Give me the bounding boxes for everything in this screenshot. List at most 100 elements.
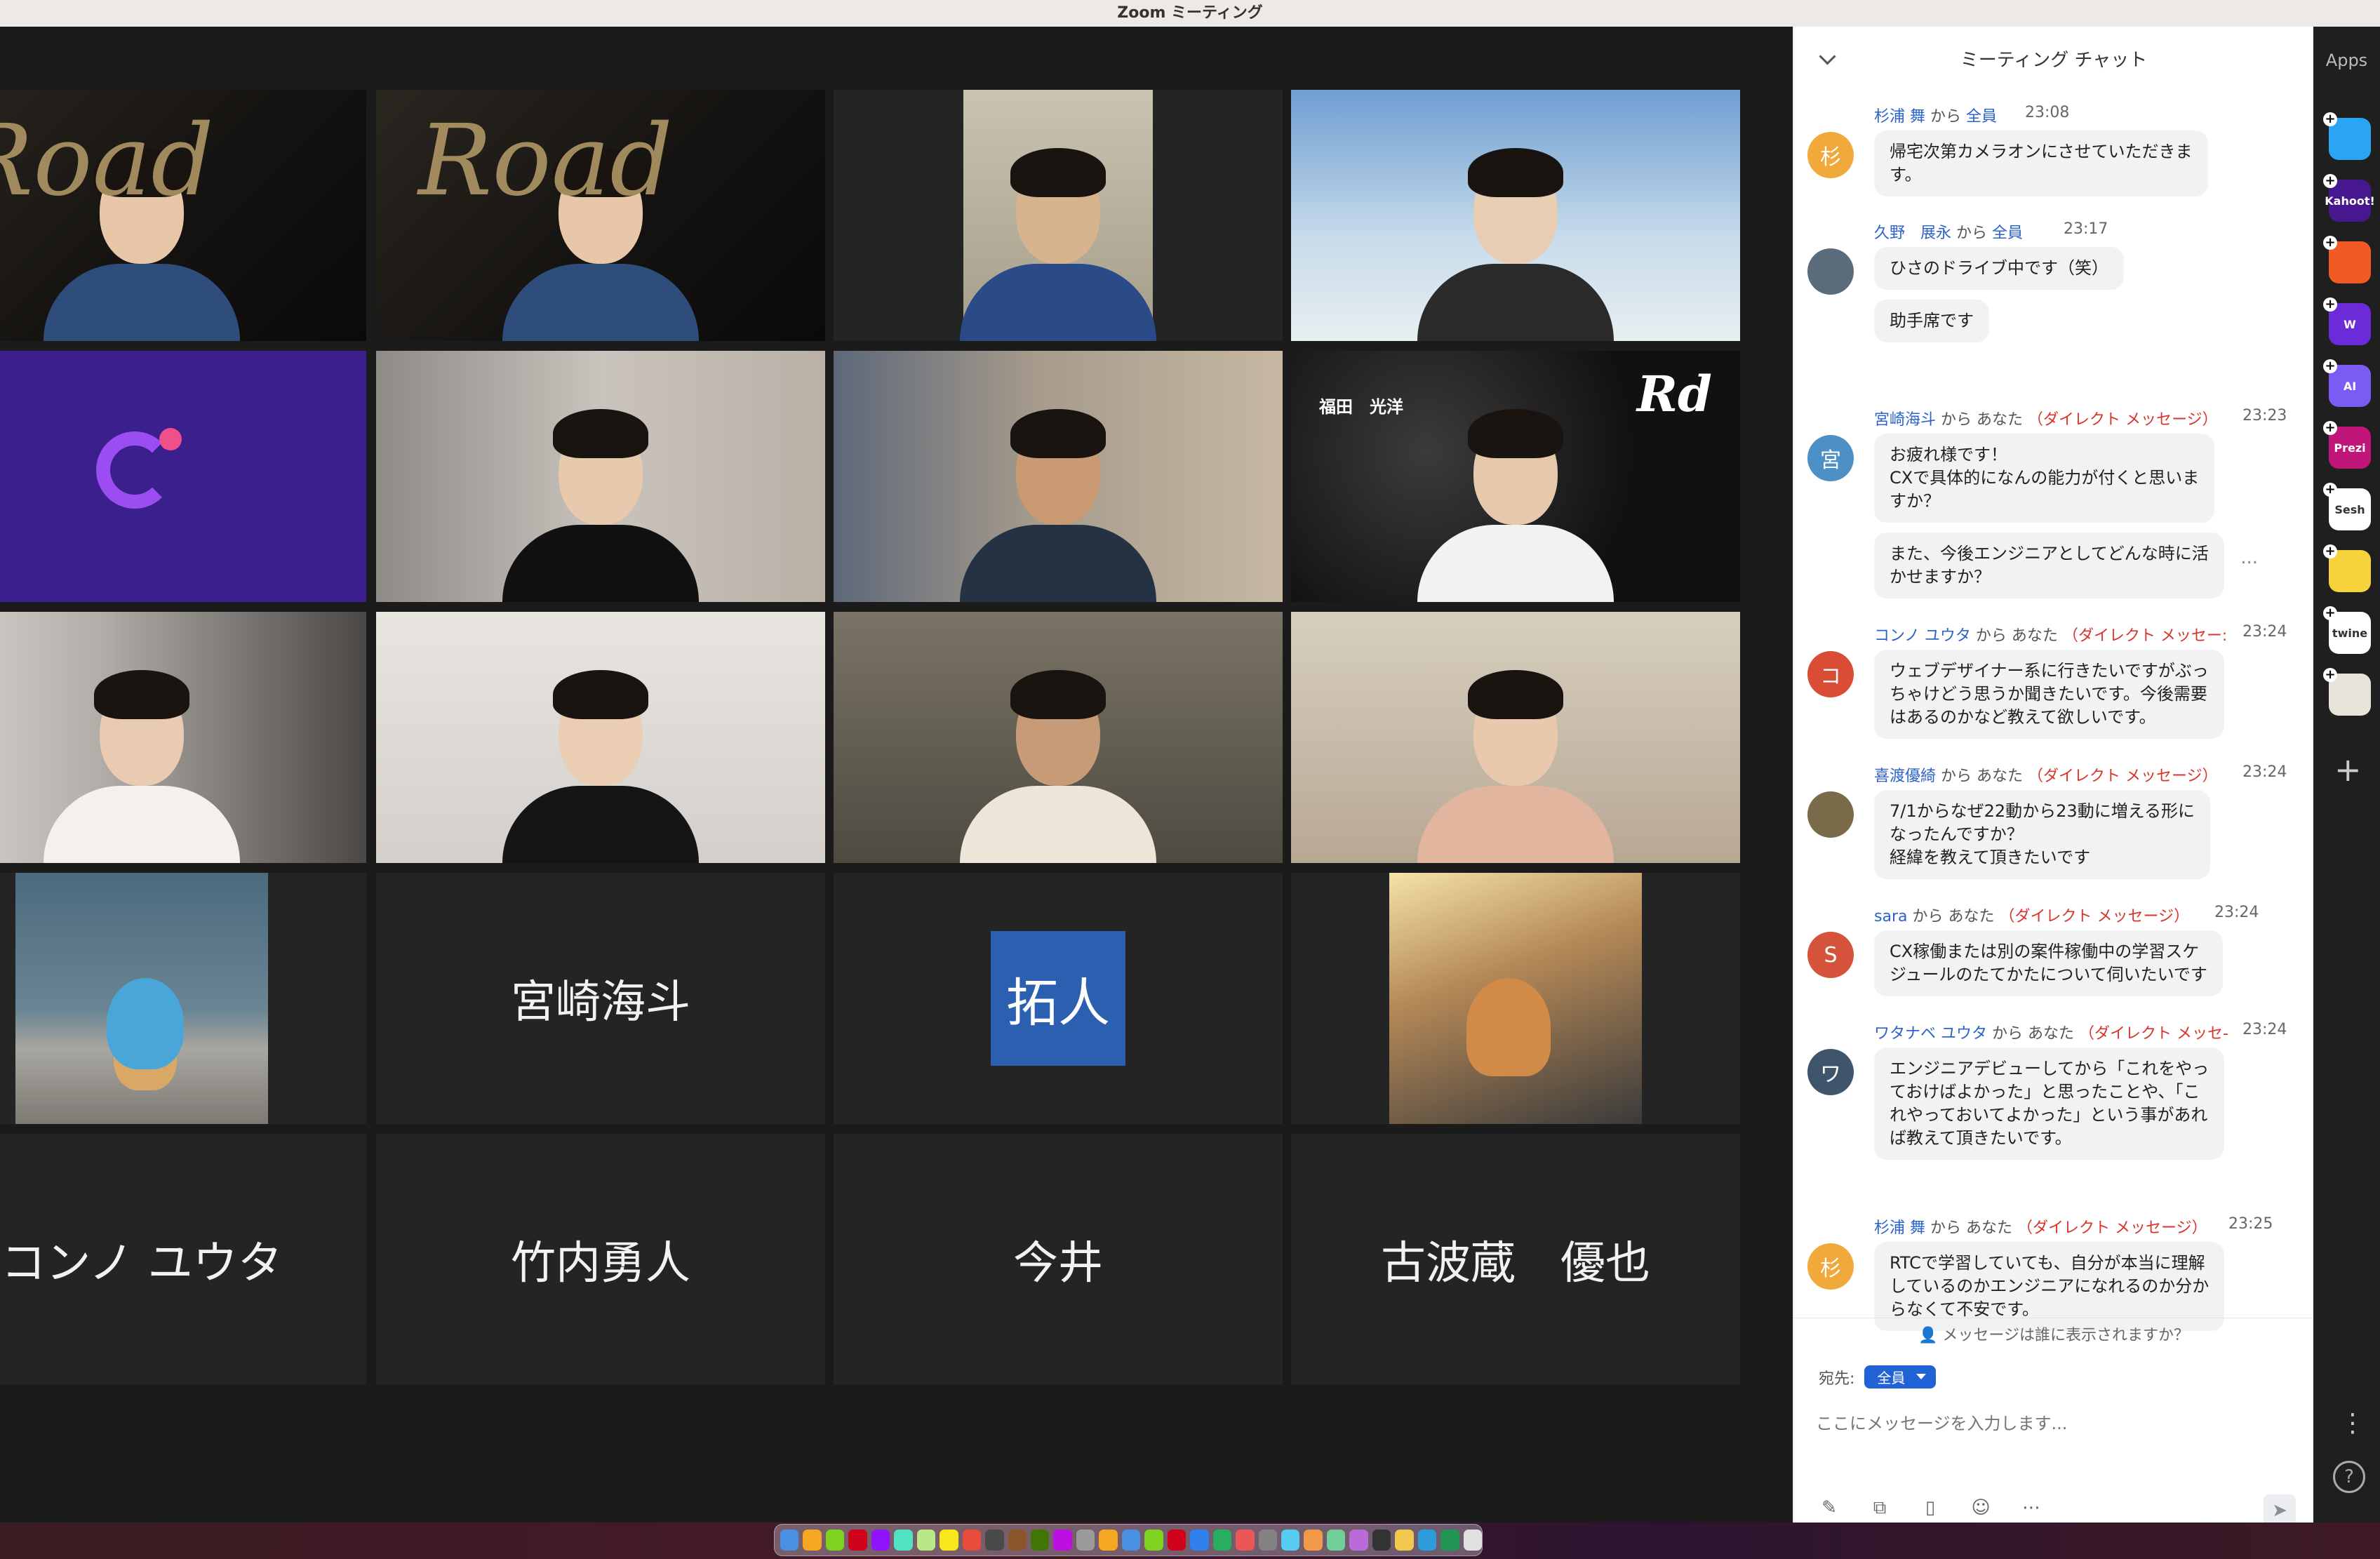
participant-silhouette	[488, 370, 713, 602]
participant-tile[interactable]	[376, 612, 825, 863]
dock-app-icon[interactable]	[1076, 1530, 1095, 1551]
sender-name[interactable]: ワタナベ ユウタ	[1874, 1025, 1987, 1043]
participant-tile[interactable]: Rd 福田 光洋	[1291, 351, 1740, 602]
app-add-badge[interactable]: +	[2323, 359, 2337, 373]
app-add-badge[interactable]: +	[2323, 174, 2337, 188]
message-more-icon[interactable]: ...	[2240, 547, 2258, 568]
file-icon[interactable]: ▯	[1916, 1493, 1945, 1523]
sender-name[interactable]: sara	[1874, 908, 1907, 925]
sender-name[interactable]: 宮崎海斗	[1874, 411, 1936, 429]
format-text-icon[interactable]: ✎	[1814, 1493, 1844, 1523]
dock-app-icon[interactable]	[1099, 1530, 1118, 1551]
app-add-badge[interactable]: +	[2323, 297, 2337, 312]
cat-photo	[1466, 978, 1551, 1076]
participant-tile[interactable]: 古波蔵 優也	[1291, 1134, 1740, 1385]
dock-app-icon[interactable]	[894, 1530, 913, 1551]
dock-app-icon[interactable]	[1190, 1530, 1209, 1551]
message-bubble[interactable]: また、今後エンジニアとしてどんな時に活 かせますか？	[1874, 533, 2224, 598]
dock-app-icon[interactable]	[848, 1530, 867, 1551]
recipient-dropdown[interactable]: 全員	[1864, 1365, 1937, 1389]
participant-tile[interactable]	[1291, 90, 1740, 341]
emoji-icon[interactable]: ☺	[1966, 1493, 1995, 1523]
from-word: から	[1941, 411, 1972, 429]
participant-tile[interactable]	[0, 873, 366, 1124]
dock-app-icon[interactable]	[1440, 1530, 1459, 1551]
screenshot-icon[interactable]: ⧉	[1865, 1493, 1894, 1523]
dock-app-icon[interactable]	[1236, 1530, 1255, 1551]
dock-app-icon[interactable]	[871, 1530, 890, 1551]
dock-app-icon[interactable]	[1008, 1530, 1027, 1551]
dock-app-icon[interactable]	[1167, 1530, 1186, 1551]
vertical-more-icon[interactable]: ⋮	[2340, 1409, 2365, 1438]
dock-app-icon[interactable]	[1304, 1530, 1323, 1551]
dock-app-icon[interactable]	[962, 1530, 982, 1551]
app-add-badge[interactable]: +	[2323, 606, 2337, 620]
dock-app-icon[interactable]	[1053, 1530, 1072, 1551]
message-bubble[interactable]: 7/1からなぜ22動から23動に増える形に なったんですか？ 経緯を教えて頂きた…	[1874, 790, 2210, 879]
dock-app-icon[interactable]	[1463, 1530, 1483, 1551]
app-add-badge[interactable]: +	[2323, 112, 2337, 126]
dock-app-icon[interactable]	[1372, 1530, 1391, 1551]
participant-tile[interactable]	[834, 612, 1283, 863]
message-bubble[interactable]: 助手席です	[1874, 300, 1989, 342]
help-icon[interactable]: ?	[2333, 1461, 2365, 1493]
dock-app-icon[interactable]	[1258, 1530, 1277, 1551]
participant-tile[interactable]	[0, 612, 366, 863]
apps-title: Apps	[2325, 51, 2368, 70]
dock-app-icon[interactable]	[1395, 1530, 1414, 1551]
dock-app-icon[interactable]	[803, 1530, 822, 1551]
participant-tile[interactable]	[834, 351, 1283, 602]
dock-app-icon[interactable]	[985, 1530, 1004, 1551]
message-bubble[interactable]: エンジニアデビューしてから「これをやっ ておけばよかった」と思ったことや、「こ …	[1874, 1048, 2225, 1160]
participant-tile[interactable]	[1291, 612, 1740, 863]
message-bubble[interactable]: ウェブデザイナー系に行きたいですがぶっ ちゃけどう思うか聞きたいです。今後需要 …	[1874, 650, 2224, 739]
chat-message-input[interactable]	[1814, 1402, 2294, 1445]
participant-tile[interactable]: 宮崎海斗	[376, 873, 825, 1124]
participant-tile[interactable]	[0, 351, 366, 602]
dock-app-icon[interactable]	[940, 1530, 958, 1551]
app-add-badge[interactable]: +	[2323, 421, 2337, 435]
participant-tile[interactable]: コンノ ユウタ	[0, 1134, 366, 1385]
participant-tile[interactable]: 竹内勇人	[376, 1134, 825, 1385]
dock-app-icon[interactable]	[1121, 1530, 1141, 1551]
dock-app-icon[interactable]	[916, 1530, 936, 1551]
participant-tile[interactable]	[1291, 873, 1740, 1124]
from-word: から	[1956, 225, 1988, 242]
more-icon[interactable]: ⋯	[2017, 1493, 2046, 1523]
dock-app-icon[interactable]	[780, 1530, 799, 1551]
app-add-badge[interactable]: +	[2323, 668, 2337, 682]
direct-message-tag: （ダイレクト メッセー:	[2062, 627, 2228, 645]
message-bubble[interactable]: CX稼働または別の案件稼働中の学習スケ ジュールのたてかたについて伺いたいです	[1874, 930, 2223, 996]
message-meta: 杉浦 舞 から あなた （ダイレクト メッセージ） 23:25	[1874, 1215, 2273, 1238]
sender-name[interactable]: 杉浦 舞	[1874, 108, 1925, 126]
participant-tile[interactable]: Road	[0, 90, 366, 341]
dock-app-icon[interactable]	[1030, 1530, 1050, 1551]
dock-app-icon[interactable]	[1281, 1530, 1300, 1551]
add-app-icon[interactable]: +	[2334, 751, 2362, 789]
dock-app-icon[interactable]	[825, 1530, 845, 1551]
dock-app-icon[interactable]	[1212, 1530, 1232, 1551]
participant-tile[interactable]	[834, 90, 1283, 341]
sender-name[interactable]: コンノ ユウタ	[1874, 627, 1971, 645]
message-bubble[interactable]: ひさのドライブ中です（笑）	[1874, 247, 2124, 290]
dock-app-icon[interactable]	[1417, 1530, 1437, 1551]
app-add-badge[interactable]: +	[2323, 483, 2337, 497]
participant-tile[interactable]	[376, 351, 825, 602]
dock-app-icon[interactable]	[1326, 1530, 1346, 1551]
message-bubble[interactable]: 帰宅次第カメラオンにさせていただきま す。	[1874, 131, 2208, 196]
composer-toolbar: ✎ ⧉ ▯ ☺ ⋯	[1814, 1493, 2046, 1523]
plush-toy	[107, 978, 184, 1069]
app-add-badge[interactable]: +	[2323, 236, 2337, 250]
recipient-name: あなた	[2011, 627, 2058, 645]
sender-name[interactable]: 喜渡優綺	[1874, 768, 1936, 785]
collapse-chevron-icon[interactable]	[1819, 48, 1836, 65]
message-bubble[interactable]: お疲れ様です！ CXで具体的になんの能力が付くと思いま すか？	[1874, 434, 2215, 523]
sender-name[interactable]: 久野 展永	[1874, 225, 1951, 242]
participant-tile[interactable]: 拓人	[834, 873, 1283, 1124]
app-add-badge[interactable]: +	[2323, 544, 2337, 558]
dock-app-icon[interactable]	[1144, 1530, 1163, 1551]
dock-app-icon[interactable]	[1349, 1530, 1368, 1551]
participant-tile[interactable]: Road	[376, 90, 825, 341]
participant-tile[interactable]: 今井	[834, 1134, 1283, 1385]
sender-name[interactable]: 杉浦 舞	[1874, 1219, 1925, 1237]
